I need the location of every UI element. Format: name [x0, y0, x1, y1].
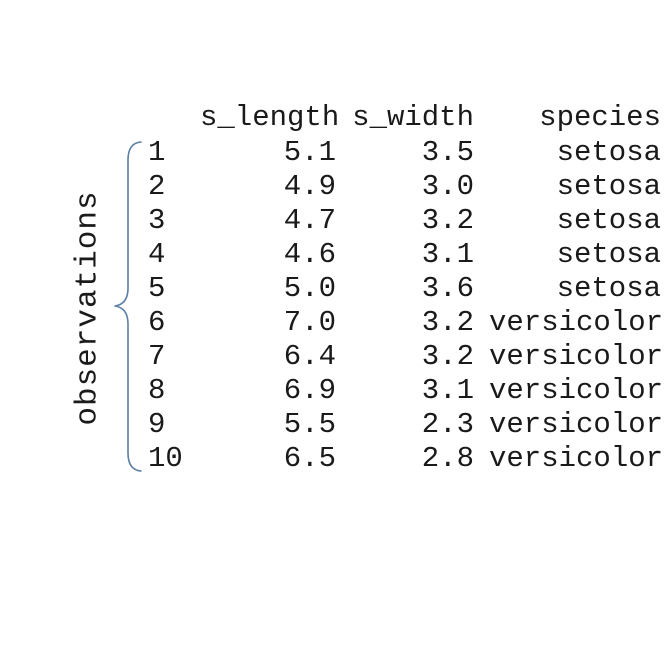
- row-index: 9: [148, 408, 166, 441]
- row-index: 5: [148, 272, 166, 305]
- cell-species: setosa: [556, 204, 661, 237]
- table-row: 4 4.6 3.1 setosa: [0, 238, 665, 272]
- row-index: 3: [148, 204, 166, 237]
- cell-species: setosa: [556, 238, 661, 271]
- cell-s-length: 7.0: [283, 306, 336, 339]
- cell-s-length: 4.6: [283, 238, 336, 271]
- cell-s-width: 3.2: [421, 306, 474, 339]
- row-index: 10: [148, 442, 183, 475]
- cell-s-width: 3.0: [421, 170, 474, 203]
- column-header-s-width: s_width: [352, 101, 474, 134]
- cell-species: setosa: [556, 272, 661, 305]
- cell-s-width: 3.6: [421, 272, 474, 305]
- table-row: 1 5.1 3.5 setosa: [0, 136, 665, 170]
- table-row: 2 4.9 3.0 setosa: [0, 170, 665, 204]
- cell-s-length: 6.5: [283, 442, 336, 475]
- cell-s-length: 5.1: [283, 136, 336, 169]
- row-index: 7: [148, 340, 166, 373]
- table-row: 10 6.5 2.8 versicolor: [0, 442, 665, 476]
- row-index: 6: [148, 306, 166, 339]
- cell-s-width: 3.2: [421, 340, 474, 373]
- cell-s-width: 2.3: [421, 408, 474, 441]
- table-row: 5 5.0 3.6 setosa: [0, 272, 665, 306]
- table-row: 7 6.4 3.2 versicolor: [0, 340, 665, 374]
- column-header-s-length: s_length: [200, 101, 340, 134]
- cell-s-length: 5.5: [283, 408, 336, 441]
- table-row: 6 7.0 3.2 versicolor: [0, 306, 665, 340]
- cell-species: setosa: [556, 136, 661, 169]
- cell-s-width: 3.5: [421, 136, 474, 169]
- table-row: 3 4.7 3.2 setosa: [0, 204, 665, 238]
- row-index: 2: [148, 170, 166, 203]
- cell-s-length: 4.9: [283, 170, 336, 203]
- cell-s-width: 3.1: [421, 238, 474, 271]
- table-header: s_length s_width species: [0, 101, 665, 135]
- cell-species: setosa: [556, 170, 661, 203]
- cell-species: versicolor: [489, 306, 664, 339]
- table-row: 9 5.5 2.3 versicolor: [0, 408, 665, 442]
- cell-s-length: 4.7: [283, 204, 336, 237]
- cell-species: versicolor: [489, 408, 664, 441]
- cell-s-length: 6.4: [283, 340, 336, 373]
- cell-s-width: 2.8: [421, 442, 474, 475]
- row-index: 1: [148, 136, 166, 169]
- cell-s-length: 5.0: [283, 272, 336, 305]
- row-index: 8: [148, 374, 166, 407]
- cell-species: versicolor: [489, 374, 664, 407]
- cell-s-width: 3.1: [421, 374, 474, 407]
- column-header-species: species: [539, 101, 661, 134]
- cell-species: versicolor: [489, 442, 664, 475]
- cell-s-length: 6.9: [283, 374, 336, 407]
- cell-species: versicolor: [489, 340, 664, 373]
- cell-s-width: 3.2: [421, 204, 474, 237]
- row-index: 4: [148, 238, 166, 271]
- table-row: 8 6.9 3.1 versicolor: [0, 374, 665, 408]
